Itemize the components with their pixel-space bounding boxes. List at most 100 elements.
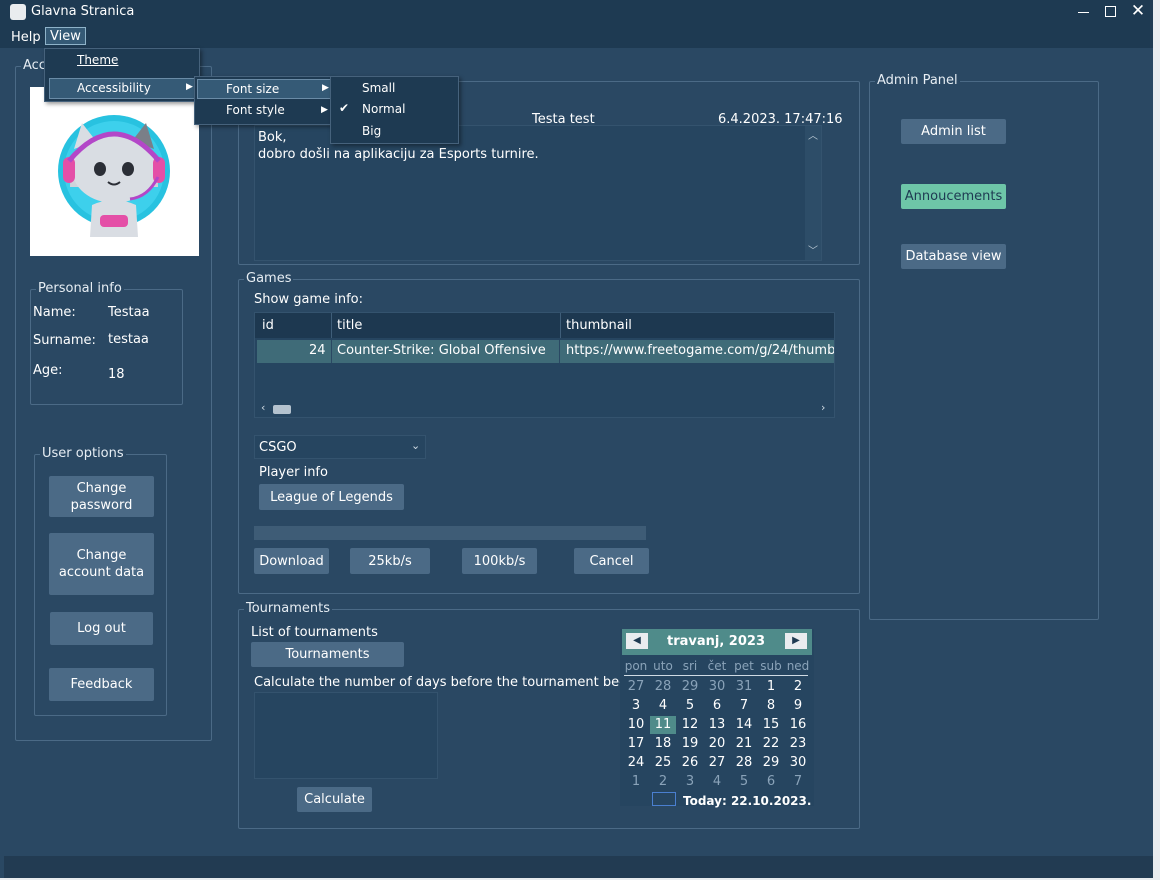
today-label[interactable]: Today: 22.10.2023. xyxy=(683,794,811,808)
menu-item-accessibility-row[interactable]: Accessibility ▶ xyxy=(49,78,197,99)
calendar-day[interactable]: 29 xyxy=(758,754,784,772)
column-header-thumbnail[interactable]: thumbnail xyxy=(566,318,632,333)
calendar-day[interactable]: 14 xyxy=(731,716,757,734)
calendar-day[interactable]: 7 xyxy=(731,697,757,715)
feedback-button[interactable]: Feedback xyxy=(49,668,154,701)
maximize-icon[interactable] xyxy=(1105,6,1116,17)
scrollbar-thumb[interactable] xyxy=(273,405,291,414)
calendar-widget[interactable]: ◀ travanj, 2023 ▶ pon uto sri čet pet su… xyxy=(620,629,814,808)
weekday-header: uto xyxy=(653,659,673,673)
menu-item-normal[interactable]: Normal xyxy=(362,102,405,116)
table-row[interactable]: 24 Counter-Strike: Global Offensive http… xyxy=(257,340,834,363)
calendar-day[interactable]: 2 xyxy=(785,678,811,696)
prev-month-icon[interactable]: ◀ xyxy=(626,633,648,649)
scroll-left-icon[interactable]: ‹ xyxy=(261,401,265,414)
calendar-day[interactable]: 31 xyxy=(731,678,757,696)
calculate-button[interactable]: Calculate xyxy=(297,787,372,812)
desktop-edge xyxy=(1153,0,1160,880)
calendar-day[interactable]: 30 xyxy=(704,678,730,696)
next-month-icon[interactable]: ▶ xyxy=(785,633,807,649)
calendar-day[interactable]: 5 xyxy=(731,773,757,791)
calendar-day[interactable]: 4 xyxy=(650,697,676,715)
menu-item-font-style[interactable]: Font style xyxy=(226,103,285,117)
weekday-header: sri xyxy=(682,659,698,673)
calendar-day[interactable]: 1 xyxy=(758,678,784,696)
calendar-day[interactable]: 3 xyxy=(623,697,649,715)
calendar-day[interactable]: 27 xyxy=(704,754,730,772)
calendar-day[interactable]: 7 xyxy=(785,773,811,791)
calendar-day[interactable]: 25 xyxy=(650,754,676,772)
days-result-area[interactable] xyxy=(254,692,438,779)
tournaments-button[interactable]: Tournaments xyxy=(251,642,404,667)
calendar-day[interactable]: 23 xyxy=(785,735,811,753)
calendar-day[interactable]: 27 xyxy=(623,678,649,696)
menu-help[interactable]: Help xyxy=(11,30,41,45)
calendar-day[interactable]: 10 xyxy=(623,716,649,734)
calendar-day[interactable]: 11 xyxy=(650,716,676,734)
calendar-day[interactable]: 5 xyxy=(677,697,703,715)
calendar-day[interactable]: 3 xyxy=(677,773,703,791)
change-account-data-button[interactable]: Change account data xyxy=(49,533,154,595)
admin-list-button[interactable]: Admin list xyxy=(901,119,1006,144)
calendar-day[interactable]: 16 xyxy=(785,716,811,734)
calendar-day[interactable]: 18 xyxy=(650,735,676,753)
name-value: Testaa xyxy=(108,305,150,320)
weekday-divider xyxy=(624,675,808,676)
cell-divider xyxy=(331,340,332,363)
column-divider xyxy=(331,313,332,338)
minimize-icon[interactable] xyxy=(1078,12,1089,13)
menu-item-accessibility: Accessibility xyxy=(77,81,151,95)
menu-item-theme[interactable]: Theme xyxy=(77,53,118,67)
speed-25-button[interactable]: 25kb/s xyxy=(350,548,430,574)
cancel-button[interactable]: Cancel xyxy=(574,548,649,574)
menu-item-big[interactable]: Big xyxy=(362,124,381,138)
age-label: Age: xyxy=(33,363,63,378)
change-password-button[interactable]: Change password xyxy=(49,476,154,517)
calendar-day[interactable]: 6 xyxy=(704,697,730,715)
calendar-day[interactable]: 15 xyxy=(758,716,784,734)
calendar-day[interactable]: 28 xyxy=(650,678,676,696)
games-table: id title thumbnail 24 Counter-Strike: Gl… xyxy=(254,312,835,418)
close-icon[interactable]: ✕ xyxy=(1130,1,1146,21)
calendar-day[interactable]: 2 xyxy=(650,773,676,791)
announcements-button[interactable]: Annoucements xyxy=(901,184,1006,209)
column-header-id[interactable]: id xyxy=(262,318,274,333)
calendar-day[interactable]: 4 xyxy=(704,773,730,791)
scroll-up-icon[interactable]: ︿ xyxy=(808,127,818,142)
calendar-day[interactable]: 9 xyxy=(785,697,811,715)
league-of-legends-button[interactable]: League of Legends xyxy=(259,484,404,510)
calendar-month-title[interactable]: travanj, 2023 xyxy=(656,634,776,649)
calendar-day[interactable]: 20 xyxy=(704,735,730,753)
calendar-day[interactable]: 28 xyxy=(731,754,757,772)
scroll-right-icon[interactable]: › xyxy=(821,401,825,414)
calendar-day[interactable]: 29 xyxy=(677,678,703,696)
speed-100-button[interactable]: 100kb/s xyxy=(462,548,537,574)
font-size-menu: Small ✔ Normal Big xyxy=(330,76,459,144)
calendar-day[interactable]: 17 xyxy=(623,735,649,753)
show-game-info-label: Show game info: xyxy=(254,292,363,307)
announcement-scrollbar[interactable]: ︿ ﹀ xyxy=(805,126,821,260)
calendar-day[interactable]: 12 xyxy=(677,716,703,734)
calendar-day[interactable]: 1 xyxy=(623,773,649,791)
calendar-day[interactable]: 6 xyxy=(758,773,784,791)
announcement-text-area[interactable]: Bok, dobro došli na aplikaciju za Esport… xyxy=(254,125,822,261)
download-button[interactable]: Download xyxy=(254,548,329,574)
horizontal-scrollbar[interactable]: ‹ › xyxy=(255,401,834,417)
weekday-header: pet xyxy=(734,659,754,673)
menu-view[interactable]: View xyxy=(45,27,86,45)
calendar-day[interactable]: 22 xyxy=(758,735,784,753)
calendar-day[interactable]: 30 xyxy=(785,754,811,772)
calendar-day[interactable]: 21 xyxy=(731,735,757,753)
game-combo-box[interactable]: CSGO ⌄ xyxy=(254,435,426,459)
scroll-down-icon[interactable]: ﹀ xyxy=(808,242,818,257)
calendar-day[interactable]: 26 xyxy=(677,754,703,772)
log-out-button[interactable]: Log out xyxy=(50,612,153,645)
database-view-button[interactable]: Database view xyxy=(901,244,1006,269)
calendar-day[interactable]: 8 xyxy=(758,697,784,715)
menu-item-small[interactable]: Small xyxy=(362,81,395,95)
menu-item-font-size-row[interactable]: Font size ▶ xyxy=(197,79,331,99)
calendar-day[interactable]: 19 xyxy=(677,735,703,753)
calendar-day[interactable]: 13 xyxy=(704,716,730,734)
calendar-day[interactable]: 24 xyxy=(623,754,649,772)
column-header-title[interactable]: title xyxy=(337,318,362,333)
